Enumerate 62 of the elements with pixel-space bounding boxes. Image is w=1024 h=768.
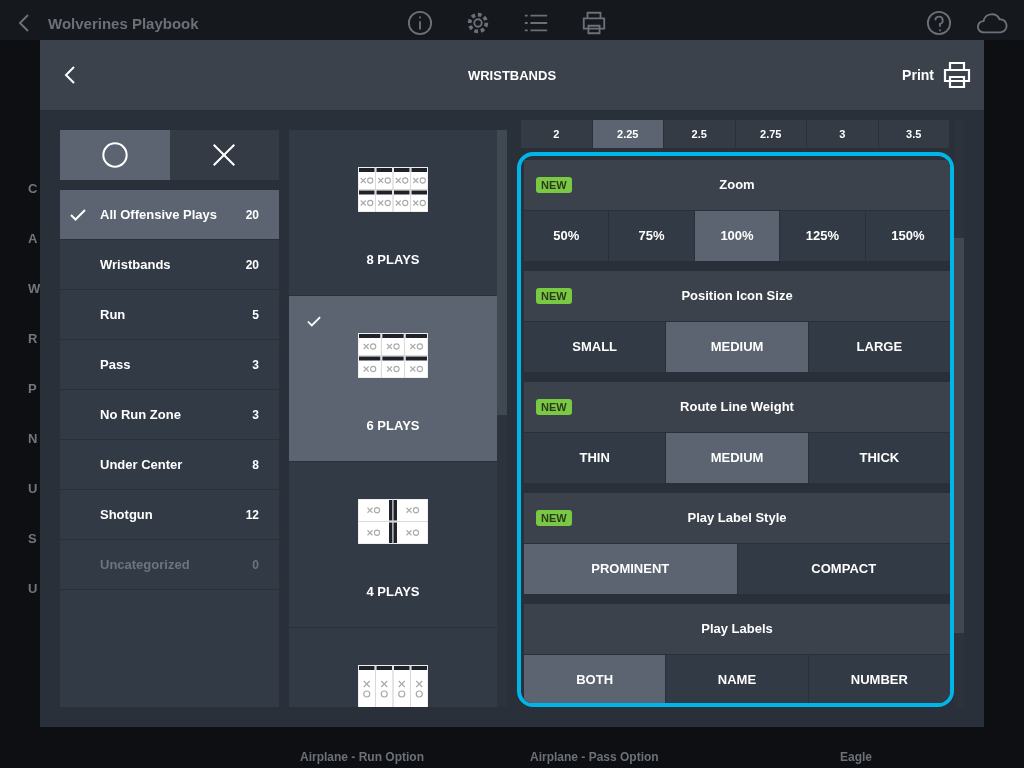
category-item[interactable]: All Offensive Plays 20 [60, 190, 279, 240]
printer-icon [942, 61, 972, 89]
help-icon[interactable] [926, 10, 952, 36]
sidebar-item[interactable]: S [28, 514, 37, 564]
size-option[interactable]: 2.5 [664, 120, 736, 148]
setting-option[interactable]: LARGE [808, 321, 950, 372]
sidebar-item[interactable]: N [28, 414, 38, 464]
size-option[interactable]: 2 [521, 120, 593, 148]
sidebar-item[interactable]: U [28, 464, 38, 514]
setting-option[interactable]: 150% [865, 210, 950, 261]
mode-tab[interactable] [169, 130, 279, 180]
check-icon [70, 208, 86, 221]
setting-option[interactable]: MEDIUM [666, 432, 808, 483]
setting-option[interactable]: PROMINENT [524, 543, 737, 594]
setting-option[interactable]: THICK [808, 432, 950, 483]
wristband-layout-icon [358, 167, 428, 212]
setting-header: NEW Zoom [524, 159, 950, 210]
setting-header: NEW Route Line Weight [524, 381, 950, 432]
cloud-icon[interactable] [976, 10, 1008, 36]
sidebar-item[interactable]: P [28, 364, 37, 414]
new-badge: NEW [536, 176, 572, 193]
new-badge: NEW [536, 509, 572, 526]
play-card-title: Eagle [840, 750, 873, 764]
setting-option[interactable]: 75% [609, 210, 694, 261]
size-option[interactable]: 3 [807, 120, 879, 148]
app-title: Wolverines Playbook [48, 15, 199, 32]
setting-option[interactable]: MEDIUM [666, 321, 808, 372]
sidebar-item[interactable]: A [28, 214, 38, 264]
play-card-title: Airplane - Run Option [300, 750, 425, 764]
setting-option[interactable]: 50% [524, 210, 609, 261]
setting-header: NEW Play Label Style [524, 492, 950, 543]
setting-option[interactable]: COMPACT [737, 543, 950, 594]
wristband-layout-icon [358, 499, 428, 544]
layout-option[interactable]: 6 PLAYS [289, 296, 497, 462]
setting-option[interactable]: 125% [780, 210, 865, 261]
wristband-layout-icon [358, 333, 428, 378]
setting-header: NEW Position Icon Size [524, 270, 950, 321]
setting-option[interactable]: BOTH [524, 654, 666, 703]
size-option[interactable]: 2.25 [592, 120, 664, 148]
new-badge: NEW [536, 398, 572, 415]
info-icon[interactable] [406, 10, 433, 36]
sidebar-item[interactable]: U [28, 564, 38, 614]
setting-header: Play Labels [524, 603, 950, 654]
print-button[interactable]: Print [902, 61, 972, 89]
setting-option[interactable]: NAME [666, 654, 808, 703]
sidebar-item[interactable]: C [28, 164, 38, 214]
mode-tab[interactable] [60, 130, 170, 180]
dialog-title: WRISTBANDS [467, 67, 557, 83]
check-icon [307, 316, 321, 327]
sidebar-item[interactable]: W [28, 264, 41, 314]
setting-option[interactable]: 100% [694, 210, 780, 261]
setting-option[interactable]: SMALL [524, 321, 666, 372]
new-badge: NEW [536, 287, 572, 304]
wristband-layout-icon [358, 665, 428, 707]
sidebar-item[interactable]: R [28, 314, 38, 364]
size-option[interactable]: 2.75 [735, 120, 807, 148]
play-card-title: Airplane - Pass Option [530, 750, 660, 764]
circle-icon [100, 141, 129, 169]
printer-icon[interactable] [580, 10, 607, 36]
size-option[interactable]: 3.5 [878, 120, 950, 148]
setting-option[interactable]: NUMBER [808, 654, 950, 703]
setting-option[interactable]: THIN [524, 432, 666, 483]
